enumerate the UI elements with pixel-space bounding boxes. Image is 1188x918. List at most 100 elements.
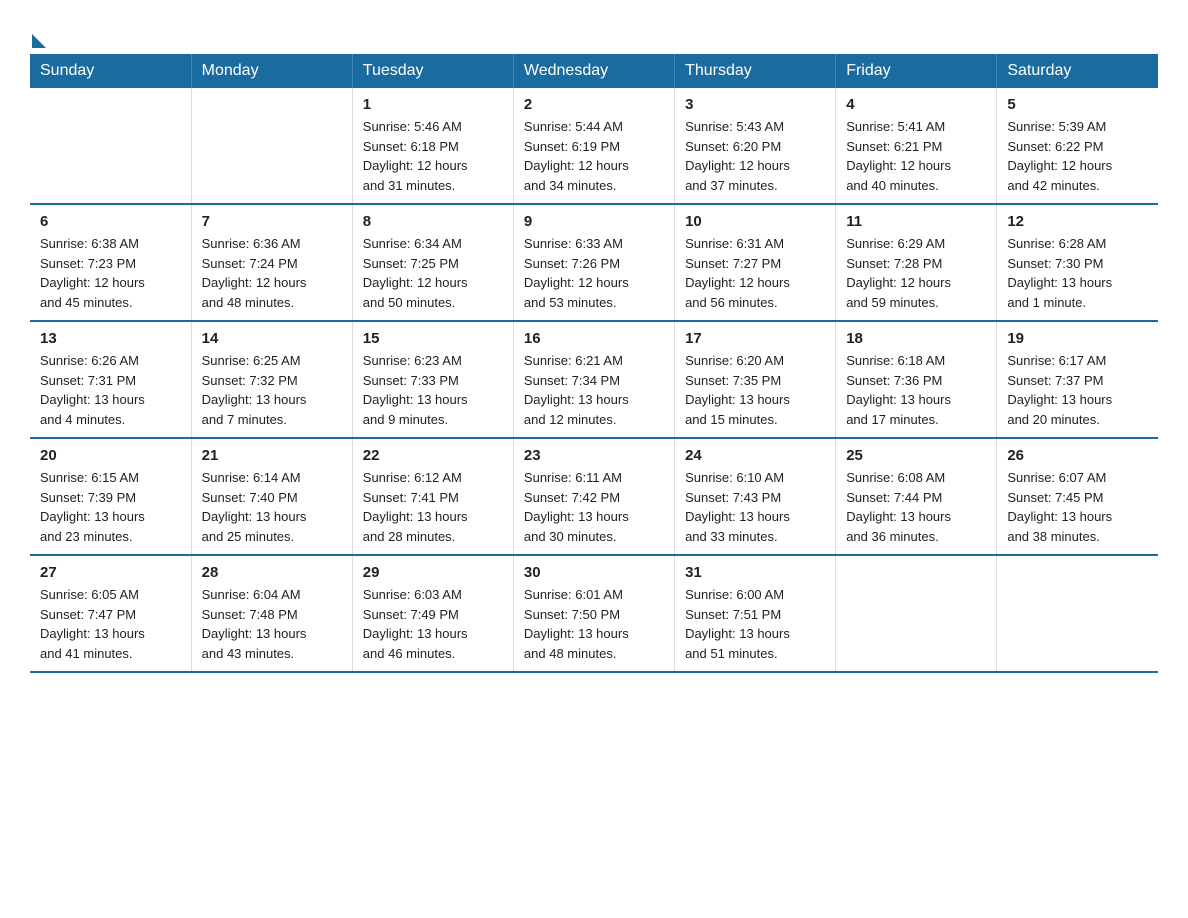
day-info: Sunrise: 5:39 AM Sunset: 6:22 PM Dayligh… bbox=[1007, 117, 1148, 195]
day-number: 18 bbox=[846, 330, 986, 347]
calendar-cell: 22 Sunrise: 6:12 AM Sunset: 7:41 PM Dayli… bbox=[352, 438, 513, 555]
day-number: 7 bbox=[202, 213, 342, 230]
day-info: Sunrise: 6:31 AM Sunset: 7:27 PM Dayligh… bbox=[685, 234, 825, 312]
day-info: Sunrise: 6:21 AM Sunset: 7:34 PM Dayligh… bbox=[524, 351, 664, 429]
day-number: 22 bbox=[363, 447, 503, 464]
calendar-cell: 30 Sunrise: 6:01 AM Sunset: 7:50 PM Dayli… bbox=[513, 555, 674, 672]
calendar-cell: 3 Sunrise: 5:43 AM Sunset: 6:20 PM Daylig… bbox=[675, 88, 836, 204]
header-sunday: Sunday bbox=[30, 54, 191, 88]
calendar-cell: 2 Sunrise: 5:44 AM Sunset: 6:19 PM Daylig… bbox=[513, 88, 674, 204]
day-number: 24 bbox=[685, 447, 825, 464]
day-info: Sunrise: 6:36 AM Sunset: 7:24 PM Dayligh… bbox=[202, 234, 342, 312]
header bbox=[30, 20, 1158, 44]
logo-arrow-icon bbox=[32, 34, 46, 48]
day-number: 17 bbox=[685, 330, 825, 347]
day-info: Sunrise: 6:07 AM Sunset: 7:45 PM Dayligh… bbox=[1007, 468, 1148, 546]
day-info: Sunrise: 6:10 AM Sunset: 7:43 PM Dayligh… bbox=[685, 468, 825, 546]
calendar-cell: 13 Sunrise: 6:26 AM Sunset: 7:31 PM Dayli… bbox=[30, 321, 191, 438]
day-info: Sunrise: 5:44 AM Sunset: 6:19 PM Dayligh… bbox=[524, 117, 664, 195]
calendar-cell: 8 Sunrise: 6:34 AM Sunset: 7:25 PM Daylig… bbox=[352, 204, 513, 321]
header-saturday: Saturday bbox=[997, 54, 1158, 88]
calendar-week-row: 20 Sunrise: 6:15 AM Sunset: 7:39 PM Dayli… bbox=[30, 438, 1158, 555]
calendar-cell: 23 Sunrise: 6:11 AM Sunset: 7:42 PM Dayli… bbox=[513, 438, 674, 555]
day-info: Sunrise: 6:29 AM Sunset: 7:28 PM Dayligh… bbox=[846, 234, 986, 312]
day-number: 28 bbox=[202, 564, 342, 581]
day-info: Sunrise: 6:08 AM Sunset: 7:44 PM Dayligh… bbox=[846, 468, 986, 546]
day-info: Sunrise: 6:05 AM Sunset: 7:47 PM Dayligh… bbox=[40, 585, 181, 663]
day-info: Sunrise: 6:34 AM Sunset: 7:25 PM Dayligh… bbox=[363, 234, 503, 312]
day-number: 14 bbox=[202, 330, 342, 347]
day-number: 21 bbox=[202, 447, 342, 464]
day-number: 3 bbox=[685, 96, 825, 113]
day-number: 2 bbox=[524, 96, 664, 113]
day-number: 25 bbox=[846, 447, 986, 464]
day-info: Sunrise: 6:15 AM Sunset: 7:39 PM Dayligh… bbox=[40, 468, 181, 546]
calendar-cell: 12 Sunrise: 6:28 AM Sunset: 7:30 PM Dayli… bbox=[997, 204, 1158, 321]
day-info: Sunrise: 5:46 AM Sunset: 6:18 PM Dayligh… bbox=[363, 117, 503, 195]
calendar-cell: 24 Sunrise: 6:10 AM Sunset: 7:43 PM Dayli… bbox=[675, 438, 836, 555]
calendar-week-row: 27 Sunrise: 6:05 AM Sunset: 7:47 PM Dayli… bbox=[30, 555, 1158, 672]
day-number: 26 bbox=[1007, 447, 1148, 464]
calendar-cell: 5 Sunrise: 5:39 AM Sunset: 6:22 PM Daylig… bbox=[997, 88, 1158, 204]
day-number: 12 bbox=[1007, 213, 1148, 230]
calendar-cell bbox=[836, 555, 997, 672]
calendar-cell: 14 Sunrise: 6:25 AM Sunset: 7:32 PM Dayli… bbox=[191, 321, 352, 438]
day-number: 23 bbox=[524, 447, 664, 464]
day-number: 1 bbox=[363, 96, 503, 113]
header-thursday: Thursday bbox=[675, 54, 836, 88]
day-number: 5 bbox=[1007, 96, 1148, 113]
calendar-cell: 20 Sunrise: 6:15 AM Sunset: 7:39 PM Dayli… bbox=[30, 438, 191, 555]
calendar-cell: 1 Sunrise: 5:46 AM Sunset: 6:18 PM Daylig… bbox=[352, 88, 513, 204]
calendar-cell: 25 Sunrise: 6:08 AM Sunset: 7:44 PM Dayli… bbox=[836, 438, 997, 555]
day-info: Sunrise: 6:01 AM Sunset: 7:50 PM Dayligh… bbox=[524, 585, 664, 663]
calendar-cell: 29Sunrise: 6:03 AM Sunset: 7:49 PM Dayli… bbox=[352, 555, 513, 672]
calendar-cell: 6Sunrise: 6:38 AM Sunset: 7:23 PM Daylig… bbox=[30, 204, 191, 321]
calendar-cell: 31 Sunrise: 6:00 AM Sunset: 7:51 PM Dayli… bbox=[675, 555, 836, 672]
day-info: Sunrise: 6:18 AM Sunset: 7:36 PM Dayligh… bbox=[846, 351, 986, 429]
day-info: Sunrise: 6:25 AM Sunset: 7:32 PM Dayligh… bbox=[202, 351, 342, 429]
day-number: 30 bbox=[524, 564, 664, 581]
day-number: 13 bbox=[40, 330, 181, 347]
day-number: 29 bbox=[363, 564, 503, 581]
day-number: 10 bbox=[685, 213, 825, 230]
day-info: Sunrise: 6:14 AM Sunset: 7:40 PM Dayligh… bbox=[202, 468, 342, 546]
day-number: 11 bbox=[846, 213, 986, 230]
day-info: Sunrise: 6:28 AM Sunset: 7:30 PM Dayligh… bbox=[1007, 234, 1148, 312]
calendar-cell: 28 Sunrise: 6:04 AM Sunset: 7:48 PM Dayli… bbox=[191, 555, 352, 672]
calendar-cell: 16 Sunrise: 6:21 AM Sunset: 7:34 PM Dayli… bbox=[513, 321, 674, 438]
day-info: Sunrise: 5:41 AM Sunset: 6:21 PM Dayligh… bbox=[846, 117, 986, 195]
calendar-cell bbox=[191, 88, 352, 204]
calendar-cell: 27 Sunrise: 6:05 AM Sunset: 7:47 PM Dayli… bbox=[30, 555, 191, 672]
day-info: Sunrise: 6:11 AM Sunset: 7:42 PM Dayligh… bbox=[524, 468, 664, 546]
calendar-cell: 10 Sunrise: 6:31 AM Sunset: 7:27 PM Dayli… bbox=[675, 204, 836, 321]
day-number: 9 bbox=[524, 213, 664, 230]
day-info: Sunrise: 6:00 AM Sunset: 7:51 PM Dayligh… bbox=[685, 585, 825, 663]
calendar-cell: 4Sunrise: 5:41 AM Sunset: 6:21 PM Daylig… bbox=[836, 88, 997, 204]
calendar-cell: 15 Sunrise: 6:23 AM Sunset: 7:33 PM Dayli… bbox=[352, 321, 513, 438]
calendar-week-row: 6Sunrise: 6:38 AM Sunset: 7:23 PM Daylig… bbox=[30, 204, 1158, 321]
calendar-cell: 26 Sunrise: 6:07 AM Sunset: 7:45 PM Dayli… bbox=[997, 438, 1158, 555]
day-info: Sunrise: 6:20 AM Sunset: 7:35 PM Dayligh… bbox=[685, 351, 825, 429]
day-info: Sunrise: 6:26 AM Sunset: 7:31 PM Dayligh… bbox=[40, 351, 181, 429]
calendar-cell: 19 Sunrise: 6:17 AM Sunset: 7:37 PM Dayli… bbox=[997, 321, 1158, 438]
calendar-cell: 21 Sunrise: 6:14 AM Sunset: 7:40 PM Dayli… bbox=[191, 438, 352, 555]
day-number: 27 bbox=[40, 564, 181, 581]
day-info: Sunrise: 6:17 AM Sunset: 7:37 PM Dayligh… bbox=[1007, 351, 1148, 429]
header-wednesday: Wednesday bbox=[513, 54, 674, 88]
day-info: Sunrise: 6:12 AM Sunset: 7:41 PM Dayligh… bbox=[363, 468, 503, 546]
day-number: 20 bbox=[40, 447, 181, 464]
day-number: 31 bbox=[685, 564, 825, 581]
calendar-week-row: 1 Sunrise: 5:46 AM Sunset: 6:18 PM Daylig… bbox=[30, 88, 1158, 204]
day-info: Sunrise: 6:23 AM Sunset: 7:33 PM Dayligh… bbox=[363, 351, 503, 429]
day-number: 8 bbox=[363, 213, 503, 230]
day-number: 16 bbox=[524, 330, 664, 347]
calendar-cell: 11 Sunrise: 6:29 AM Sunset: 7:28 PM Dayli… bbox=[836, 204, 997, 321]
day-info: Sunrise: 6:04 AM Sunset: 7:48 PM Dayligh… bbox=[202, 585, 342, 663]
logo bbox=[30, 30, 46, 44]
day-number: 19 bbox=[1007, 330, 1148, 347]
day-info: Sunrise: 5:43 AM Sunset: 6:20 PM Dayligh… bbox=[685, 117, 825, 195]
day-number: 15 bbox=[363, 330, 503, 347]
day-info: Sunrise: 6:38 AM Sunset: 7:23 PM Dayligh… bbox=[40, 234, 181, 312]
calendar-cell bbox=[997, 555, 1158, 672]
calendar-header-row: SundayMondayTuesdayWednesdayThursdayFrid… bbox=[30, 54, 1158, 88]
